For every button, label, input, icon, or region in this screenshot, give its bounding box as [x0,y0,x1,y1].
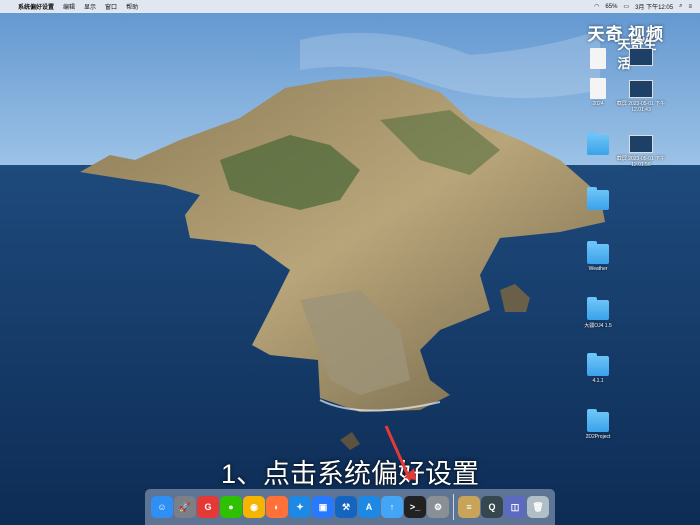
desktop-icon[interactable]: 截屏 2023-05-01 下午12.01.56 [615,135,667,168]
dock-preview-icon[interactable]: ◫ [504,496,526,518]
dock-weiyun-icon[interactable]: G [197,496,219,518]
menu-window[interactable]: 窗口 [105,2,117,11]
menu-edit[interactable]: 编辑 [63,2,75,11]
desktop-icon-label: Weather [588,266,608,272]
screenshot-icon [629,48,653,66]
screenshot-icon [629,135,653,153]
folder-icon [587,297,609,320]
desktop-icon[interactable]: Weather [572,241,624,272]
folder-icon [587,241,609,264]
menu-bar: 系统偏好设置 编辑 显示 窗口 帮助 ◠ 65% ▭ 3月 下午12:05 ⌕ … [0,0,700,13]
tutorial-caption: 1、点击系统偏好设置 [220,459,480,489]
folder-icon [587,409,609,432]
document-icon [590,48,606,69]
dock-system-preferences-icon[interactable]: ⚙ [427,496,449,518]
clock[interactable]: 3月 下午12:05 [635,2,673,11]
dock-finder-window-icon[interactable]: ▣ [312,496,334,518]
desktop-icon[interactable] [572,187,624,212]
menu-view[interactable]: 显示 [84,2,96,11]
wifi-icon[interactable]: ◠ [594,3,599,10]
dock-wechat-icon[interactable]: ● [220,496,242,518]
desktop-icon[interactable]: 4.1.1 [572,353,624,384]
desktop-icon[interactable]: 2D2Project [572,409,624,440]
status-area: ◠ 65% ▭ 3月 下午12:05 ⌕ ≡ [594,0,692,13]
battery-icon[interactable]: ▭ [623,3,629,10]
dock-trash-icon[interactable]: 🗑 [527,496,549,518]
dock-software-update-icon[interactable]: ↑ [381,496,403,518]
dock-separator [453,494,454,520]
dock-quicktime-icon[interactable]: Q [481,496,503,518]
dock-launchpad-icon[interactable]: 🚀 [174,496,196,518]
desktop-icon-label: 大疆OJ4 1.5 [584,323,612,329]
menu-help[interactable]: 帮助 [126,2,138,11]
folder-icon [587,187,609,210]
desktop-icon[interactable]: 大疆OJ4 1.5 [572,297,624,329]
dock-firefox-icon[interactable]: ◐ [266,496,288,518]
battery-percent[interactable]: 65% [605,4,617,10]
dock-app-store-icon[interactable]: A [358,496,380,518]
dock-xcode-icon[interactable]: ⚒ [335,496,357,518]
dock-chrome-icon[interactable]: ◉ [243,496,265,518]
desktop-icon[interactable] [615,48,667,68]
menu-app-name[interactable]: 系统偏好设置 [18,2,54,11]
dock-safari-icon[interactable]: ✦ [289,496,311,518]
document-icon [590,78,606,99]
dock: ☺ 🚀 G ● ◉ ◐ ✦ ▣ ⚒ A ↑ >_ ⚙ ≡ Q ◫ 🗑 [145,489,555,525]
desktop-icon-label: 4.1.1 [592,378,604,384]
search-icon[interactable]: ⌕ [679,3,682,10]
screenshot-icon [629,80,653,98]
dock-finder-icon[interactable]: ☺ [151,496,173,518]
control-center-icon[interactable]: ≡ [688,4,692,10]
desktop-icon[interactable]: 截屏 2023-05-01 下午12.01.43 [615,80,667,113]
dock-terminal-icon[interactable]: >_ [404,496,426,518]
desktop-icon-label: 截屏 2023-05-01 下午12.01.43 [616,101,666,113]
dock-notes-icon[interactable]: ≡ [458,496,480,518]
desktop-icon-label: 2D2Project [585,434,611,440]
desktop-icon-label: 截屏 2023-05-01 下午12.01.56 [616,156,666,168]
folder-icon [587,132,609,155]
folder-icon [587,353,609,376]
watermark: 天奇 视频 天奇生活 [588,20,664,71]
